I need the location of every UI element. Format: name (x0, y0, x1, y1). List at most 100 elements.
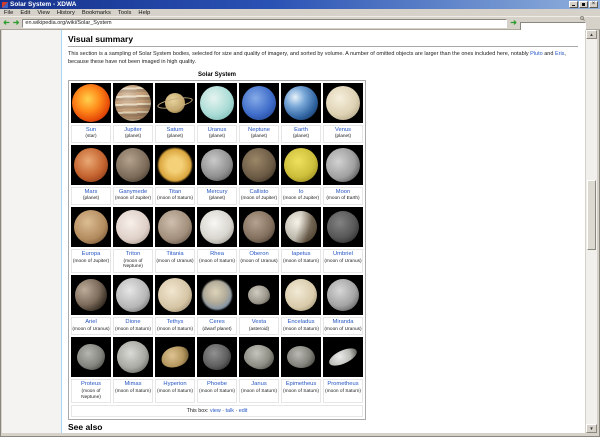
forward-button[interactable]: ➜ (13, 19, 20, 27)
footer-link-edit[interactable]: edit (239, 408, 248, 414)
body-link-enceladus[interactable]: Enceladus (282, 319, 320, 327)
body-image-neptune[interactable] (239, 83, 279, 123)
body-link-ceres[interactable]: Ceres (198, 319, 236, 327)
body-image-mars[interactable] (71, 145, 111, 185)
body-link-venus[interactable]: Venus (324, 127, 362, 135)
body-image-enceladus[interactable] (281, 275, 321, 315)
body-link-miranda[interactable]: Miranda (324, 319, 362, 327)
body-link-mimas[interactable]: Mimas (114, 381, 152, 389)
go-button[interactable]: ➜ (510, 19, 517, 27)
body-image-mercury[interactable] (197, 145, 237, 185)
body-image-tethys[interactable] (155, 275, 195, 315)
moon-icon (326, 148, 360, 182)
scroll-down-button[interactable]: ▼ (586, 424, 597, 433)
body-image-io[interactable] (281, 145, 321, 185)
body-image-saturn[interactable] (155, 83, 195, 123)
body-image-mimas[interactable] (113, 337, 153, 377)
body-image-ganymede[interactable] (113, 145, 153, 185)
triton-icon (116, 210, 150, 244)
body-image-ceres[interactable] (197, 275, 237, 315)
body-link-iapetus[interactable]: Iapetus (282, 251, 320, 259)
body-image-dione[interactable] (113, 275, 153, 315)
menu-history[interactable]: History (57, 9, 75, 17)
body-image-miranda[interactable] (323, 275, 363, 315)
body-link-earth[interactable]: Earth (282, 127, 320, 135)
body-image-sun[interactable] (71, 83, 111, 123)
body-link-rhea[interactable]: Rhea (198, 251, 236, 259)
body-link-saturn[interactable]: Saturn (156, 127, 194, 135)
body-link-sun[interactable]: Sun (72, 127, 110, 135)
body-link-tethys[interactable]: Tethys (156, 319, 194, 327)
body-link-vesta[interactable]: Vesta (240, 319, 278, 327)
body-type: (planet) (198, 134, 236, 140)
body-link-dione[interactable]: Dione (114, 319, 152, 327)
body-link-jupiter[interactable]: Jupiter (114, 127, 152, 135)
menu-bookmarks[interactable]: Bookmarks (82, 9, 111, 17)
body-image-moon[interactable] (323, 145, 363, 185)
scroll-up-button[interactable]: ▲ (586, 30, 597, 39)
body-image-venus[interactable] (323, 83, 363, 123)
body-image-jupiter[interactable] (113, 83, 153, 123)
body-image-epimetheus[interactable] (281, 337, 321, 377)
body-image-rhea[interactable] (197, 207, 237, 247)
body-link-titania[interactable]: Titania (156, 251, 194, 259)
body-image-vesta[interactable] (239, 275, 279, 315)
body-image-titania[interactable] (155, 207, 195, 247)
body-caption: Uranus(planet) (197, 125, 237, 143)
body-caption: Janus(moon of Saturn) (239, 379, 279, 403)
menu-view[interactable]: View (37, 9, 49, 17)
body-link-janus[interactable]: Janus (240, 381, 278, 389)
menu-file[interactable]: File (4, 9, 13, 17)
body-link-hyperion[interactable]: Hyperion (156, 381, 194, 389)
body-image-proteus[interactable] (71, 337, 111, 377)
body-image-prometheus[interactable] (323, 337, 363, 377)
sun-icon (72, 84, 110, 122)
body-image-phoebe[interactable] (197, 337, 237, 377)
body-type: (moon of Uranus) (156, 259, 194, 265)
body-image-iapetus[interactable] (281, 207, 321, 247)
body-image-umbriel[interactable] (323, 207, 363, 247)
eris-link[interactable]: Eris (555, 51, 564, 57)
menu-edit[interactable]: Edit (20, 9, 30, 17)
ceres-icon (202, 280, 232, 310)
body-caption: Mars(planet) (71, 187, 111, 205)
body-image-titan[interactable] (155, 145, 195, 185)
close-button[interactable]: × (589, 1, 598, 8)
body-link-oberon[interactable]: Oberon (240, 251, 278, 259)
body-type: (moon of Saturn) (240, 389, 278, 395)
body-image-janus[interactable] (239, 337, 279, 377)
body-image-ariel[interactable] (71, 275, 111, 315)
body-link-umbriel[interactable]: Umbriel (324, 251, 362, 259)
address-bar[interactable] (22, 19, 507, 28)
ganymede-icon (116, 148, 150, 182)
body-link-phoebe[interactable]: Phoebe (198, 381, 236, 389)
footer-link-view[interactable]: view (210, 408, 221, 414)
body-image-uranus[interactable] (197, 83, 237, 123)
body-link-uranus[interactable]: Uranus (198, 127, 236, 135)
body-link-epimetheus[interactable]: Epimetheus (282, 381, 320, 389)
body-image-triton[interactable] (113, 207, 153, 247)
scrollbar-thumb[interactable] (587, 180, 596, 250)
footer-link-talk[interactable]: talk (226, 408, 234, 414)
prometheus-icon (327, 345, 360, 369)
body-link-prometheus[interactable]: Prometheus (324, 381, 362, 389)
section-heading-see-also: See also (68, 422, 578, 433)
body-image-callisto[interactable] (239, 145, 279, 185)
body-image-earth[interactable] (281, 83, 321, 123)
body-link-ariel[interactable]: Ariel (72, 319, 110, 327)
body-image-oberon[interactable] (239, 207, 279, 247)
maximize-button[interactable] (579, 1, 588, 8)
body-image-hyperion[interactable] (155, 337, 195, 377)
back-button[interactable]: ➜ (3, 19, 10, 27)
menu-help[interactable]: Help (138, 9, 150, 17)
body-image-europa[interactable] (71, 207, 111, 247)
vertical-scrollbar[interactable]: ▲ ▼ (585, 30, 597, 433)
body-link-triton[interactable]: Triton (114, 251, 152, 259)
body-link-europa[interactable]: Europa (72, 251, 110, 259)
body-link-proteus[interactable]: Proteus (72, 381, 110, 389)
intro-paragraph: This section is a sampling of Solar Syst… (68, 50, 578, 67)
body-link-neptune[interactable]: Neptune (240, 127, 278, 135)
minimize-button[interactable] (569, 1, 578, 8)
pluto-link[interactable]: Pluto (530, 51, 543, 57)
menu-tools[interactable]: Tools (118, 9, 132, 17)
